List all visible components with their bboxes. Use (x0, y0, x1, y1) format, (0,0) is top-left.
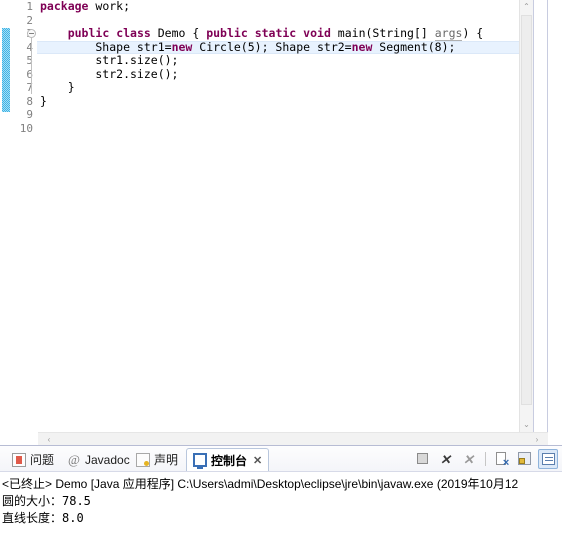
tab-declaration[interactable]: 声明 (130, 448, 184, 471)
code-line: package work; (40, 0, 483, 14)
line-number: 8 (26, 94, 33, 108)
remove-all-terminated-button[interactable]: ✕ (459, 449, 479, 469)
code-token: work; (88, 0, 131, 13)
console-header-line: <已终止> Demo [Java 应用程序] C:\Users\admi\Des… (2, 477, 519, 491)
terminate-icon (417, 453, 428, 464)
console-toolbar: ✕ ✕ (413, 449, 558, 469)
terminate-button[interactable] (413, 449, 433, 469)
tab-javadoc-label: Javadoc (85, 452, 130, 467)
javadoc-icon: @ (68, 451, 80, 467)
scroll-up-arrow-icon[interactable]: ⌃ (520, 0, 533, 14)
console-output[interactable]: <已终止> Demo [Java 应用程序] C:\Users\admi\Des… (0, 472, 562, 551)
line-number: 2 (26, 13, 33, 27)
console-view-panel: 问题 @ Javadoc 声明 控制台 ✕ ✕ ✕ × <已终止> Demo [… (0, 445, 562, 551)
java-editor[interactable]: 12345678910 package work; public class D… (0, 0, 562, 447)
console-output-line: 圆的大小：78.5 (2, 494, 91, 508)
pin-console-button[interactable] (538, 449, 558, 469)
code-token: void (303, 26, 331, 40)
code-line: public class Demo { public static void m… (40, 26, 484, 41)
tab-console-label: 控制台 (211, 453, 248, 468)
line-number: 1 (26, 0, 33, 13)
code-token: Segment(8); (372, 39, 456, 54)
code-line: Shape str1=new Circle(5); Shape str2=new… (40, 39, 483, 55)
tab-problems-label: 问题 (30, 453, 55, 467)
scroll-lock-icon (518, 452, 531, 465)
console-icon (193, 453, 207, 469)
code-line: str2.size(); (40, 66, 483, 82)
code-line: } (40, 80, 483, 95)
fold-collapse-icon[interactable] (27, 29, 36, 38)
code-token: class (116, 26, 151, 40)
line-number: 10 (19, 121, 33, 135)
remove-launch-icon: ✕ (440, 452, 451, 467)
close-icon[interactable]: ✕ (253, 454, 262, 467)
problems-icon (12, 452, 26, 467)
code-token: new (351, 39, 373, 54)
code-token: } (40, 93, 47, 108)
console-output-line: 直线长度：8.0 (2, 511, 84, 525)
code-token: main(String[] (330, 26, 435, 40)
tab-console[interactable]: 控制台 ✕ (186, 448, 270, 471)
view-tab-bar: 问题 @ Javadoc 声明 控制台 ✕ ✕ ✕ (0, 446, 562, 472)
code-token: package (40, 0, 89, 13)
pin-console-icon (542, 453, 555, 465)
editor-overview-ruler[interactable] (533, 0, 547, 432)
code-token: } (40, 80, 75, 94)
editor-vertical-scrollbar[interactable]: ⌃ ⌄ (519, 0, 533, 432)
code-token: ) { (462, 26, 484, 40)
clear-console-icon (496, 452, 509, 469)
code-token: public (67, 26, 110, 40)
code-token: static (254, 26, 297, 40)
remove-all-icon: ✕ (463, 452, 474, 467)
tab-declaration-label: 声明 (154, 453, 179, 467)
code-token: Shape str1= (40, 39, 172, 54)
code-token: str2.size(); (40, 66, 179, 81)
code-token: str1.size(); (40, 53, 179, 67)
toolbar-separator (485, 452, 486, 466)
vertical-scroll-thumb[interactable] (521, 15, 532, 405)
scroll-lock-button[interactable] (515, 449, 535, 469)
fold-range-line (30, 38, 32, 94)
code-token: Demo { (150, 26, 207, 40)
tab-javadoc[interactable]: @ Javadoc (61, 448, 136, 471)
code-token: new (171, 39, 193, 54)
remove-launch-button[interactable]: ✕ (436, 449, 456, 469)
eclipse-ide-window: 12345678910 package work; public class D… (0, 0, 562, 551)
code-token: public (206, 26, 248, 40)
code-line: } (40, 93, 483, 109)
tab-problems[interactable]: 问题 (6, 448, 60, 471)
code-line: str1.size(); (40, 53, 483, 68)
clear-console-button[interactable] (492, 449, 512, 469)
line-number: 9 (26, 108, 33, 121)
code-text[interactable]: package work; public class Demo { public… (40, 0, 483, 135)
code-token: Circle(5); Shape str2= (192, 39, 352, 54)
declaration-icon (136, 452, 150, 467)
scroll-down-arrow-icon[interactable]: ⌄ (520, 418, 533, 432)
editor-frame: 12345678910 package work; public class D… (0, 0, 548, 432)
